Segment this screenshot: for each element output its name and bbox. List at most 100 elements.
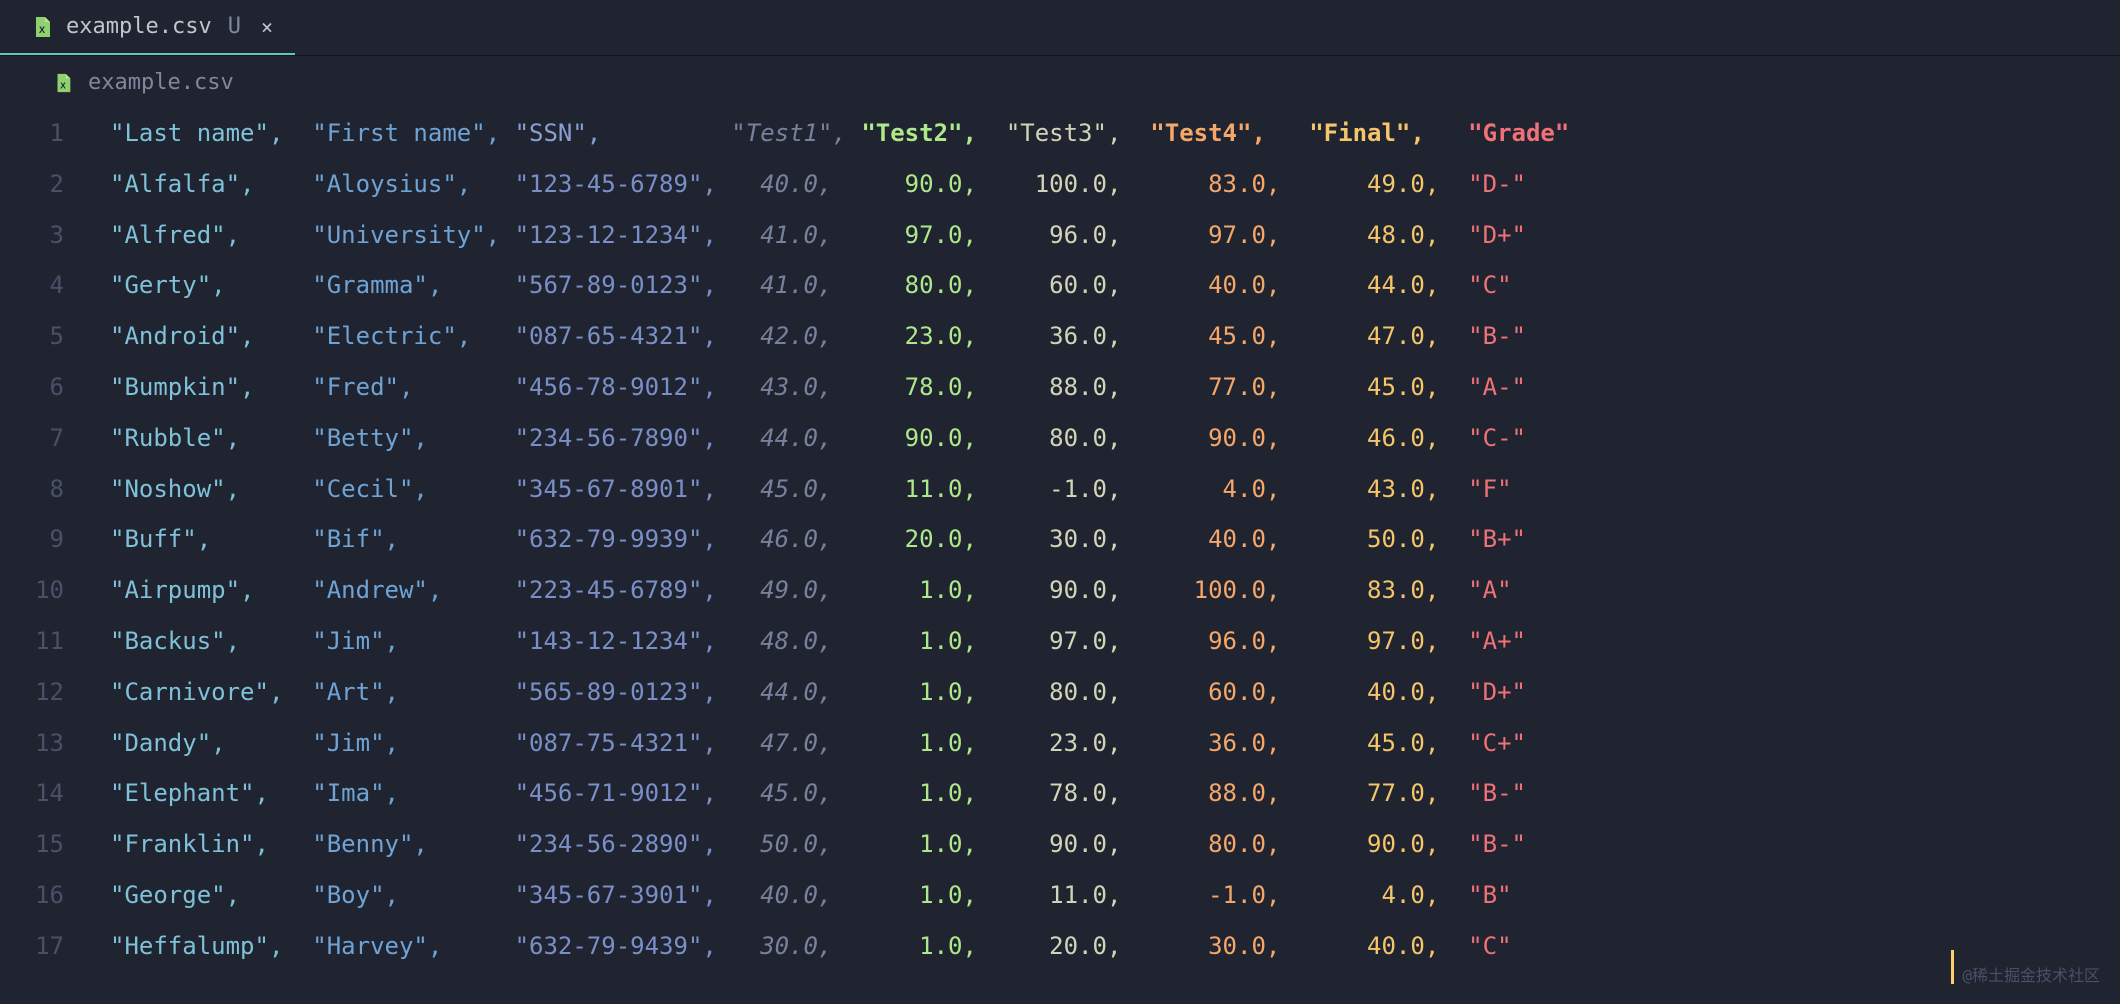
csv-cell-test1: 42.0,	[731, 322, 861, 350]
csv-cell-last: "Alfred",	[110, 221, 312, 249]
csv-cell-test3: 100.0,	[1006, 170, 1150, 198]
line-content[interactable]: "Backus","Jim","143-12-1234",48.0,1.0,97…	[110, 627, 2120, 655]
csv-cell-final: 50.0,	[1309, 525, 1468, 553]
breadcrumb-filename: example.csv	[88, 70, 234, 95]
tab-label: example.csv	[66, 14, 212, 39]
svg-text:X: X	[60, 81, 66, 90]
csv-cell-last: "Alfalfa",	[110, 170, 312, 198]
line-number: 7	[0, 424, 110, 452]
csv-header-test2: "Test2",	[861, 119, 1005, 147]
csv-header-final: "Final",	[1309, 119, 1468, 147]
code-line: 3"Alfred","University","123-12-1234",41.…	[0, 221, 2120, 272]
csv-cell-ssn: "123-12-1234",	[515, 221, 732, 249]
line-number: 16	[0, 881, 110, 909]
csv-cell-last: "Airpump",	[110, 576, 312, 604]
line-content[interactable]: "Franklin","Benny","234-56-2890",50.0,1.…	[110, 830, 2120, 858]
line-number: 12	[0, 678, 110, 706]
csv-cell-final: 44.0,	[1309, 271, 1468, 299]
csv-cell-final: 40.0,	[1309, 932, 1468, 960]
csv-cell-test1: 43.0,	[731, 373, 861, 401]
csv-cell-test3: 78.0,	[1006, 779, 1150, 807]
text-cursor	[1951, 950, 1954, 984]
csv-cell-test1: 40.0,	[731, 881, 861, 909]
csv-cell-first: "Ima",	[312, 779, 514, 807]
line-content[interactable]: "Buff","Bif","632-79-9939",46.0,20.0,30.…	[110, 525, 2120, 553]
csv-cell-first: "Gramma",	[312, 271, 514, 299]
csv-cell-test1: 48.0,	[731, 627, 861, 655]
line-content[interactable]: "Airpump","Andrew","223-45-6789",49.0,1.…	[110, 576, 2120, 604]
csv-cell-first: "Bif",	[312, 525, 514, 553]
line-number: 8	[0, 475, 110, 503]
csv-cell-test1: 40.0,	[731, 170, 861, 198]
csv-cell-grade: "B-"	[1468, 322, 1584, 350]
csv-cell-test4: 45.0,	[1150, 322, 1309, 350]
line-content[interactable]: "Rubble","Betty","234-56-7890",44.0,90.0…	[110, 424, 2120, 452]
csv-cell-test4: 40.0,	[1150, 525, 1309, 553]
line-number: 3	[0, 221, 110, 249]
line-content[interactable]: "Gerty","Gramma","567-89-0123",41.0,80.0…	[110, 271, 2120, 299]
csv-file-icon: X	[30, 15, 54, 39]
line-content[interactable]: "Heffalump","Harvey","632-79-9439",30.0,…	[110, 932, 2120, 960]
csv-cell-test2: 1.0,	[861, 678, 1005, 706]
csv-cell-last: "Backus",	[110, 627, 312, 655]
csv-cell-first: "Betty",	[312, 424, 514, 452]
csv-cell-test3: 88.0,	[1006, 373, 1150, 401]
line-content[interactable]: "Carnivore","Art","565-89-0123",44.0,1.0…	[110, 678, 2120, 706]
line-content[interactable]: "Noshow","Cecil","345-67-8901",45.0,11.0…	[110, 475, 2120, 503]
breadcrumb[interactable]: X example.csv	[0, 56, 2120, 109]
csv-cell-ssn: "234-56-2890",	[515, 830, 732, 858]
csv-cell-test3: 30.0,	[1006, 525, 1150, 553]
line-content[interactable]: "Elephant","Ima","456-71-9012",45.0,1.0,…	[110, 779, 2120, 807]
csv-cell-test1: 49.0,	[731, 576, 861, 604]
csv-cell-last: "Franklin",	[110, 830, 312, 858]
csv-cell-last: "Elephant",	[110, 779, 312, 807]
line-content[interactable]: "Alfred","University","123-12-1234",41.0…	[110, 221, 2120, 249]
csv-cell-test1: 41.0,	[731, 271, 861, 299]
csv-cell-test3: 80.0,	[1006, 678, 1150, 706]
csv-cell-test2: 23.0,	[861, 322, 1005, 350]
csv-cell-test2: 1.0,	[861, 881, 1005, 909]
csv-cell-test3: 97.0,	[1006, 627, 1150, 655]
csv-cell-first: "Aloysius",	[312, 170, 514, 198]
csv-cell-grade: "D+"	[1468, 678, 1584, 706]
csv-cell-grade: "B-"	[1468, 779, 1584, 807]
csv-cell-test4: 36.0,	[1150, 729, 1309, 757]
line-content[interactable]: "Bumpkin","Fred","456-78-9012",43.0,78.0…	[110, 373, 2120, 401]
csv-cell-test3: 80.0,	[1006, 424, 1150, 452]
csv-cell-test1: 47.0,	[731, 729, 861, 757]
code-line: 9"Buff","Bif","632-79-9939",46.0,20.0,30…	[0, 525, 2120, 576]
csv-header-grade: "Grade"	[1468, 119, 1584, 147]
line-content[interactable]: "Alfalfa","Aloysius","123-45-6789",40.0,…	[110, 170, 2120, 198]
line-number: 5	[0, 322, 110, 350]
csv-cell-test2: 1.0,	[861, 729, 1005, 757]
csv-cell-first: "Cecil",	[312, 475, 514, 503]
line-content[interactable]: "Last name", "First name", "SSN", "Test1…	[110, 119, 2120, 147]
csv-cell-final: 77.0,	[1309, 779, 1468, 807]
line-number: 1	[0, 119, 110, 147]
code-line: 7"Rubble","Betty","234-56-7890",44.0,90.…	[0, 424, 2120, 475]
csv-cell-ssn: "223-45-6789",	[515, 576, 732, 604]
csv-cell-ssn: "234-56-7890",	[515, 424, 732, 452]
code-line: 2"Alfalfa","Aloysius","123-45-6789",40.0…	[0, 170, 2120, 221]
csv-cell-ssn: "087-65-4321",	[515, 322, 732, 350]
csv-cell-final: 49.0,	[1309, 170, 1468, 198]
line-number: 4	[0, 271, 110, 299]
csv-cell-final: 4.0,	[1309, 881, 1468, 909]
tab-example-csv[interactable]: X example.csv U ×	[0, 0, 295, 55]
line-content[interactable]: "Dandy","Jim","087-75-4321",47.0,1.0,23.…	[110, 729, 2120, 757]
csv-cell-test2: 20.0,	[861, 525, 1005, 553]
close-icon[interactable]: ×	[261, 15, 273, 39]
editor-area[interactable]: 1 "Last name", "First name", "SSN", "Tes…	[0, 109, 2120, 983]
csv-cell-test2: 11.0,	[861, 475, 1005, 503]
csv-cell-final: 48.0,	[1309, 221, 1468, 249]
csv-header-test4: "Test4",	[1150, 119, 1309, 147]
csv-cell-ssn: "087-75-4321",	[515, 729, 732, 757]
csv-cell-first: "Benny",	[312, 830, 514, 858]
line-content[interactable]: "George","Boy","345-67-3901",40.0,1.0,11…	[110, 881, 2120, 909]
csv-cell-test3: 36.0,	[1006, 322, 1150, 350]
csv-cell-ssn: "345-67-3901",	[515, 881, 732, 909]
line-content[interactable]: "Android","Electric","087-65-4321",42.0,…	[110, 322, 2120, 350]
csv-cell-test2: 1.0,	[861, 576, 1005, 604]
csv-cell-final: 83.0,	[1309, 576, 1468, 604]
csv-cell-ssn: "143-12-1234",	[515, 627, 732, 655]
